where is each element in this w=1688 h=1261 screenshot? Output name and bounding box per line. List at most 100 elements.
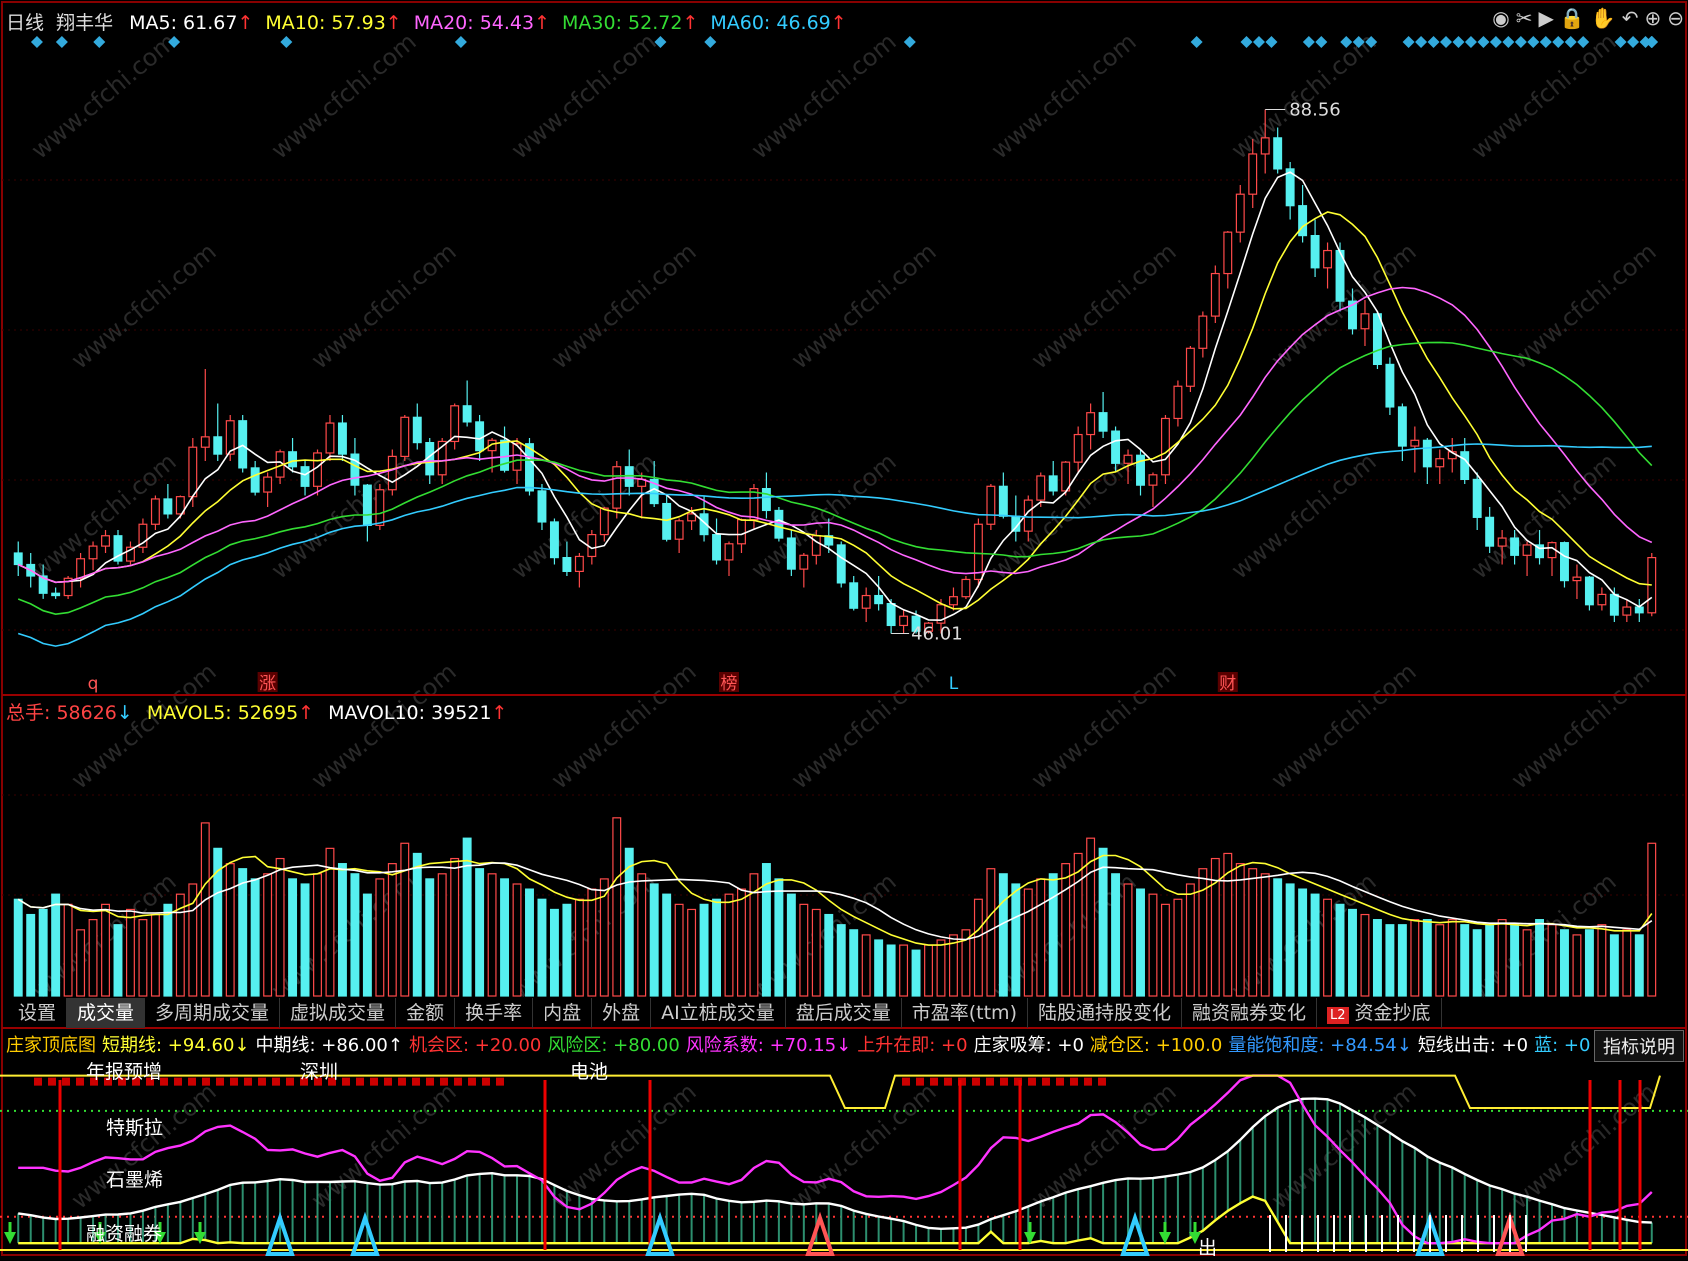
event-marker[interactable]: 涨 bbox=[259, 674, 276, 694]
zoom-in-icon[interactable]: ⊕ bbox=[1644, 6, 1661, 30]
candle-body[interactable] bbox=[337, 422, 347, 455]
candle-body[interactable] bbox=[836, 544, 846, 584]
volume-bar[interactable] bbox=[1148, 893, 1158, 997]
volume-bar[interactable] bbox=[400, 842, 410, 997]
candle-body[interactable] bbox=[948, 596, 958, 606]
candle-body[interactable] bbox=[1210, 272, 1220, 317]
volume-bar[interactable] bbox=[1298, 888, 1308, 997]
candle-body[interactable] bbox=[1360, 313, 1370, 330]
volume-bar[interactable] bbox=[1285, 883, 1295, 997]
volume-bar[interactable] bbox=[549, 908, 559, 997]
volume-bar[interactable] bbox=[1510, 924, 1520, 997]
candle-body[interactable] bbox=[1235, 193, 1245, 233]
volume-bar[interactable] bbox=[1460, 924, 1470, 997]
candle-body[interactable] bbox=[562, 556, 572, 572]
volume-bar[interactable] bbox=[1385, 924, 1395, 997]
volume-bar[interactable] bbox=[1160, 903, 1170, 997]
candle-body[interactable] bbox=[1098, 412, 1108, 432]
candle-body[interactable] bbox=[213, 436, 223, 455]
event-marker[interactable]: L bbox=[949, 674, 959, 694]
volume-bar[interactable] bbox=[1260, 873, 1270, 997]
volume-bar[interactable] bbox=[1048, 873, 1058, 997]
volume-bar[interactable] bbox=[275, 857, 285, 997]
volume-bar[interactable] bbox=[1061, 863, 1071, 997]
candle-body[interactable] bbox=[51, 592, 61, 597]
volume-bar[interactable] bbox=[1185, 883, 1195, 997]
candle-body[interactable] bbox=[200, 436, 210, 448]
candle-body[interactable] bbox=[612, 466, 622, 509]
candle-body[interactable] bbox=[1136, 454, 1145, 486]
volume-bar[interactable] bbox=[973, 898, 983, 997]
volume-bar[interactable] bbox=[836, 924, 846, 997]
candle-body[interactable] bbox=[300, 466, 310, 487]
volume-bar[interactable] bbox=[886, 944, 896, 997]
indicator-explain-button[interactable]: 指标说明 bbox=[1594, 1030, 1684, 1062]
candle-body[interactable] bbox=[599, 507, 609, 536]
volume-bar[interactable] bbox=[687, 908, 697, 997]
volume-bar[interactable] bbox=[1235, 863, 1245, 997]
volume-bar[interactable] bbox=[624, 847, 634, 997]
volume-bar[interactable] bbox=[1310, 893, 1320, 997]
candle-body[interactable] bbox=[687, 513, 697, 522]
volume-bar[interactable] bbox=[525, 888, 534, 997]
volume-bar[interactable] bbox=[1560, 929, 1569, 997]
volume-bar[interactable] bbox=[1535, 919, 1545, 997]
volume-bar[interactable] bbox=[350, 873, 360, 997]
volume-bar[interactable] bbox=[1634, 934, 1644, 997]
candle-body[interactable] bbox=[1248, 153, 1258, 195]
candle-body[interactable] bbox=[1123, 454, 1133, 464]
hand-icon[interactable]: ✋ bbox=[1591, 6, 1616, 30]
volume-bar[interactable] bbox=[737, 888, 746, 997]
candle-body[interactable] bbox=[400, 416, 410, 457]
candle-body[interactable] bbox=[899, 615, 909, 627]
volume-bar[interactable] bbox=[475, 868, 485, 997]
volume-bar[interactable] bbox=[300, 883, 310, 997]
candle-body[interactable] bbox=[1086, 412, 1096, 436]
volume-bar[interactable] bbox=[437, 873, 447, 997]
candle-body[interactable] bbox=[986, 485, 996, 525]
candle-body[interactable] bbox=[412, 416, 422, 444]
candle-body[interactable] bbox=[188, 446, 198, 498]
volume-bars[interactable] bbox=[13, 817, 1657, 997]
candle-body[interactable] bbox=[1372, 313, 1382, 365]
candle-body[interactable] bbox=[1510, 537, 1520, 556]
volume-bar[interactable] bbox=[712, 898, 722, 997]
candle-body[interactable] bbox=[1435, 458, 1445, 468]
volume-bar[interactable] bbox=[811, 908, 821, 997]
volume-bar[interactable] bbox=[874, 939, 884, 997]
volume-bar[interactable] bbox=[1572, 934, 1582, 997]
candle-body[interactable] bbox=[101, 535, 110, 547]
volume-bar[interactable] bbox=[51, 893, 61, 997]
candle-body[interactable] bbox=[76, 558, 86, 579]
volume-bar[interactable] bbox=[362, 893, 372, 997]
volume-bar[interactable] bbox=[263, 873, 273, 997]
candle-body[interactable] bbox=[1609, 593, 1619, 616]
tab-2[interactable]: 多周期成交量 bbox=[145, 998, 281, 1028]
tab-0[interactable]: 设置 bbox=[8, 998, 68, 1028]
candle-body[interactable] bbox=[1223, 231, 1233, 275]
volume-bar[interactable] bbox=[911, 949, 921, 997]
volume-bar[interactable] bbox=[200, 822, 210, 997]
candle-body[interactable] bbox=[375, 489, 385, 527]
candle-body[interactable] bbox=[1148, 474, 1158, 486]
candle-body[interactable] bbox=[1198, 315, 1208, 349]
volume-bar[interactable] bbox=[88, 919, 98, 997]
candle-body[interactable] bbox=[674, 520, 684, 540]
volume-bar[interactable] bbox=[1111, 873, 1121, 997]
period-label[interactable]: 日线 bbox=[6, 12, 44, 34]
candle-body[interactable] bbox=[1410, 439, 1420, 447]
candle-body[interactable] bbox=[1584, 576, 1594, 606]
candle-body[interactable] bbox=[362, 484, 372, 526]
volume-bar[interactable] bbox=[63, 903, 73, 997]
volume-bar[interactable] bbox=[562, 903, 572, 997]
candle-body[interactable] bbox=[13, 552, 23, 566]
candle-body[interactable] bbox=[861, 594, 871, 609]
volume-bar[interactable] bbox=[238, 868, 248, 997]
scissors-icon[interactable]: ✂ bbox=[1516, 6, 1533, 30]
volume-bar[interactable] bbox=[138, 919, 148, 997]
volume-bar[interactable] bbox=[1360, 913, 1370, 997]
volume-bar[interactable] bbox=[26, 913, 36, 997]
candle-body[interactable] bbox=[1111, 430, 1121, 464]
volume-bar[interactable] bbox=[1522, 929, 1532, 997]
candle-body[interactable] bbox=[1460, 451, 1470, 480]
